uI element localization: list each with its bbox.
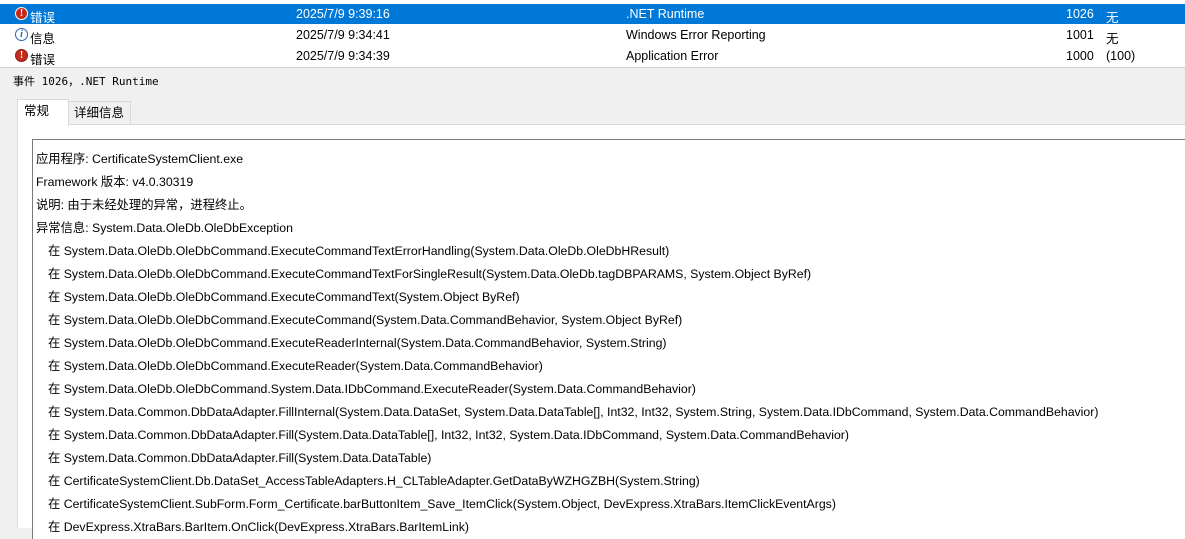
event-message-textbox[interactable]: 应用程序: CertificateSystemClient.exe Framewo… bbox=[32, 139, 1185, 539]
message-line: Framework 版本: v4.0.30319 bbox=[36, 175, 194, 189]
event-source: Windows Error Reporting bbox=[626, 28, 766, 42]
event-date: 2025/7/9 9:34:41 bbox=[296, 28, 390, 42]
tab-details[interactable]: 详细信息 bbox=[67, 101, 132, 124]
message-line: 异常信息: System.Data.OleDb.OleDbException bbox=[36, 221, 293, 235]
event-list[interactable]: ! 错误 2025/7/9 9:39:16 .NET Runtime 1026 无 i 信息 2… bbox=[0, 0, 1185, 68]
message-line: 应用程序: CertificateSystemClient.exe bbox=[36, 152, 244, 166]
stack-trace-line: 在 System.Data.OleDb.OleDbCommand.Execute… bbox=[48, 244, 670, 258]
stack-trace-line: 在 CertificateSystemClient.Db.DataSet_Acc… bbox=[48, 474, 700, 488]
message-lines: 应用程序: CertificateSystemClient.exe Framewo… bbox=[36, 150, 1098, 539]
event-id: 1026 bbox=[1066, 7, 1094, 21]
event-detail-header: 事件 1026，.NET Runtime bbox=[13, 75, 159, 88]
event-level: 信息 bbox=[30, 32, 56, 46]
stack-trace-line: 在 System.Data.Common.DbDataAdapter.Fill(… bbox=[48, 428, 849, 442]
message-line: 说明: 由于未经处理的异常，进程终止。 bbox=[36, 198, 252, 212]
event-row[interactable]: ! 错误 2025/7/9 9:34:39 Application Error 1000… bbox=[0, 46, 1185, 67]
stack-trace-line: 在 System.Data.OleDb.OleDbCommand.Execute… bbox=[48, 359, 543, 373]
event-level: 错误 bbox=[30, 53, 56, 67]
error-icon: ! bbox=[15, 7, 28, 20]
stack-trace-line: 在 DevExpress.XtraBars.BarItem.OnClick(De… bbox=[48, 520, 469, 534]
stack-trace-line: 在 System.Data.Common.DbDataAdapter.Fill(… bbox=[48, 451, 432, 465]
stack-trace-line: 在 CertificateSystemClient.SubForm.Form_C… bbox=[48, 497, 836, 511]
error-icon: ! bbox=[15, 49, 28, 62]
event-task-category: (100) bbox=[1106, 49, 1136, 63]
tab-general[interactable]: 常规 bbox=[17, 99, 69, 126]
event-row[interactable]: ! 错误 2025/7/9 9:39:16 .NET Runtime 1026 无 bbox=[0, 4, 1185, 25]
event-source: .NET Runtime bbox=[626, 7, 705, 21]
event-id: 1001 bbox=[1066, 28, 1094, 42]
event-task-category: 无 bbox=[1106, 11, 1119, 25]
event-level: 错误 bbox=[30, 11, 56, 25]
event-source: Application Error bbox=[626, 49, 719, 63]
event-row[interactable]: i 信息 2025/7/9 9:34:41 Windows Error Reporti… bbox=[0, 25, 1185, 46]
info-icon: i bbox=[15, 28, 28, 41]
stack-trace-line: 在 System.Data.Common.DbDataAdapter.FillI… bbox=[48, 405, 1099, 419]
event-id: 1000 bbox=[1066, 49, 1094, 63]
event-date: 2025/7/9 9:34:39 bbox=[296, 49, 390, 63]
stack-trace-line: 在 System.Data.OleDb.OleDbCommand.Execute… bbox=[48, 267, 812, 281]
detail-panel: 应用程序: CertificateSystemClient.exe Framewo… bbox=[17, 124, 1185, 539]
stack-trace-line: 在 System.Data.OleDb.OleDbCommand.Execute… bbox=[48, 336, 667, 350]
stack-trace-line: 在 System.Data.OleDb.OleDbCommand.Execute… bbox=[48, 290, 520, 304]
event-date: 2025/7/9 9:39:16 bbox=[296, 7, 390, 21]
event-task-category: 无 bbox=[1106, 32, 1119, 46]
stack-trace-line: 在 System.Data.OleDb.OleDbCommand.System.… bbox=[48, 382, 696, 396]
stack-trace-line: 在 System.Data.OleDb.OleDbCommand.Execute… bbox=[48, 313, 683, 327]
